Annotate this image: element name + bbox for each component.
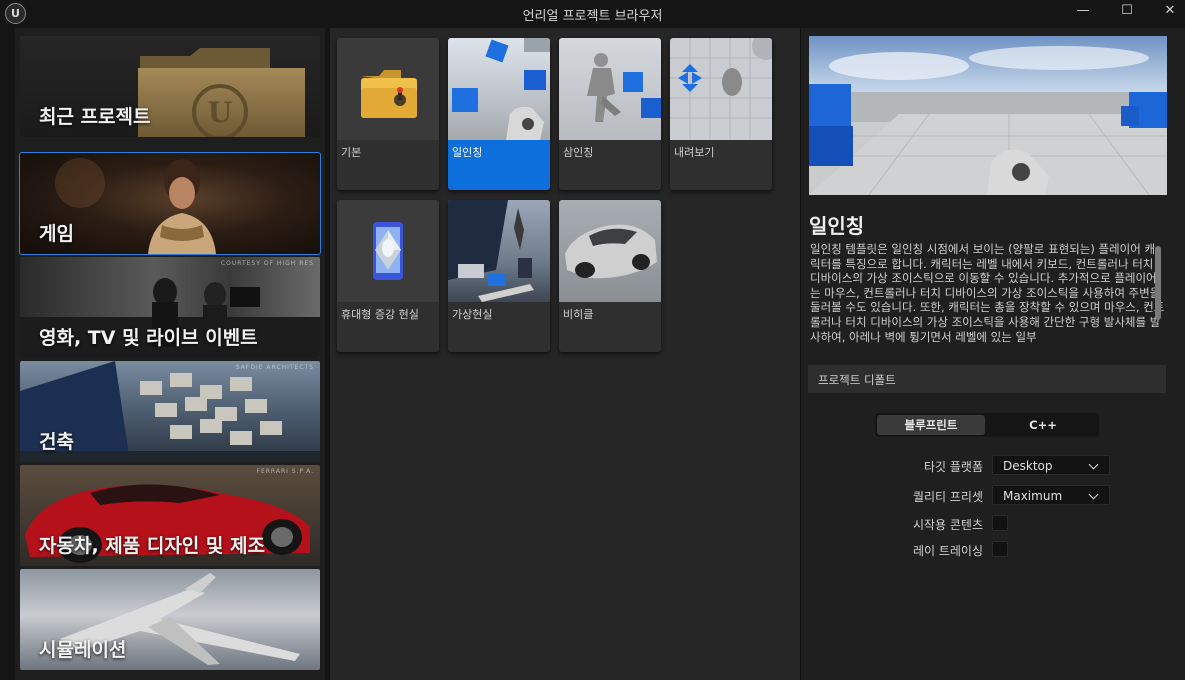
- template-title: 일인칭: [809, 214, 865, 238]
- close-icon: ✕: [1164, 2, 1176, 18]
- minimize-icon: —: [1076, 2, 1090, 18]
- blueprint-button[interactable]: 블루프린트: [877, 415, 985, 435]
- template-third-person[interactable]: 삼인칭: [559, 38, 661, 190]
- starter-content-label: 시작용 콘텐츠: [912, 518, 983, 532]
- category-architecture[interactable]: SAFDIE ARCHITECTS 건축: [20, 361, 320, 462]
- category-label: 자동차, 제품 디자인 및 제조: [39, 535, 265, 557]
- vr-thumbnail: [448, 200, 534, 302]
- quality-preset-dropdown[interactable]: Maximum: [992, 485, 1110, 505]
- category-automotive[interactable]: FERRARI S.P.A. 자동차, 제품 디자인 및 제조: [20, 465, 320, 566]
- template-description: 일인칭 템플릿은 일인칭 시점에서 보이는 (양팔로 표현되는) 플레이어 캐릭…: [810, 242, 1165, 344]
- category-games[interactable]: 게임: [19, 152, 321, 255]
- raytracing-checkbox[interactable]: [992, 541, 1008, 557]
- template-blank[interactable]: 기본: [337, 38, 439, 190]
- image-credit: FERRARI S.P.A.: [256, 468, 314, 475]
- template-grid: 기본 일인칭 삼인칭 내려보기 휴대형 증강 현실 가상현실 비히클: [330, 28, 800, 680]
- maximize-icon: ☐: [1121, 2, 1133, 18]
- third-person-thumbnail: [587, 53, 661, 122]
- template-label: 비히클: [563, 308, 594, 321]
- minimize-button[interactable]: —: [1063, 0, 1103, 20]
- window-title: 언리얼 프로젝트 브라우저: [522, 9, 663, 24]
- target-platform-value: Desktop: [1003, 459, 1053, 473]
- template-label: 기본: [341, 146, 362, 159]
- svg-text:U: U: [208, 96, 232, 129]
- category-label: 영화, TV 및 라이브 이벤트: [39, 327, 258, 349]
- template-label: 휴대형 증강 현실: [341, 308, 419, 321]
- image-credit: SAFDIE ARCHITECTS: [235, 364, 314, 371]
- category-label: 최근 프로젝트: [39, 106, 151, 128]
- category-simulation[interactable]: 시뮬레이션: [20, 569, 320, 670]
- description-scrollbar[interactable]: [1155, 246, 1161, 320]
- target-platform-label: 타깃 플랫폼: [923, 460, 983, 474]
- image-credit: COURTESY OF HIGH RES: [220, 260, 314, 267]
- top-down-thumbnail: [670, 38, 772, 140]
- first-person-thumbnail: [452, 38, 550, 140]
- close-button[interactable]: ✕: [1150, 0, 1185, 20]
- template-label: 일인칭: [452, 146, 483, 159]
- chevron-down-icon: [1088, 489, 1099, 500]
- template-label: 가상현실: [452, 308, 493, 321]
- maximize-button[interactable]: ☐: [1107, 0, 1147, 20]
- category-label: 건축: [39, 431, 74, 453]
- template-first-person[interactable]: 일인칭: [448, 38, 550, 190]
- template-virtual-reality[interactable]: 가상현실: [448, 200, 550, 352]
- chevron-down-icon: [1088, 459, 1099, 470]
- template-handheld-ar[interactable]: 휴대형 증강 현실: [337, 200, 439, 352]
- phone-ar-icon: [373, 222, 403, 280]
- template-label: 내려보기: [674, 146, 715, 159]
- target-platform-dropdown[interactable]: Desktop: [992, 455, 1110, 475]
- vehicle-thumbnail: [565, 224, 657, 279]
- template-top-down[interactable]: 내려보기: [670, 38, 772, 190]
- starter-content-checkbox[interactable]: [992, 515, 1008, 531]
- category-recent-projects[interactable]: U 최근 프로젝트: [20, 36, 320, 137]
- category-film-tv-live[interactable]: COURTESY OF HIGH RES 영화, TV 및 라이브 이벤트: [20, 257, 320, 358]
- quality-preset-label: 퀄리티 프리셋: [912, 490, 983, 504]
- first-person-preview-image: [809, 36, 1167, 195]
- category-label: 게임: [39, 223, 74, 245]
- project-defaults-header[interactable]: 프로젝트 디폴트: [808, 365, 1166, 393]
- raytracing-label: 레이 트레이싱: [912, 544, 983, 558]
- template-vehicle[interactable]: 비히클: [559, 200, 661, 352]
- language-toggle: 블루프린트 C++: [875, 413, 1099, 437]
- template-preview-image: [809, 36, 1167, 195]
- template-detail-panel: 일인칭 일인칭 템플릿은 일인칭 시점에서 보이는 (양팔로 표현되는) 플레이…: [800, 28, 1185, 680]
- category-list: U 최근 프로젝트 게임 COURTESY OF HIGH RES 영화, TV…: [15, 28, 325, 680]
- cpp-button[interactable]: C++: [989, 415, 1097, 435]
- quality-preset-value: Maximum: [1003, 489, 1063, 503]
- title-bar: U 언리얼 프로젝트 브라우저 — ☐ ✕: [0, 0, 1185, 27]
- folder-controller-icon: [361, 70, 417, 118]
- category-label: 시뮬레이션: [39, 639, 127, 661]
- template-label: 삼인칭: [563, 146, 594, 159]
